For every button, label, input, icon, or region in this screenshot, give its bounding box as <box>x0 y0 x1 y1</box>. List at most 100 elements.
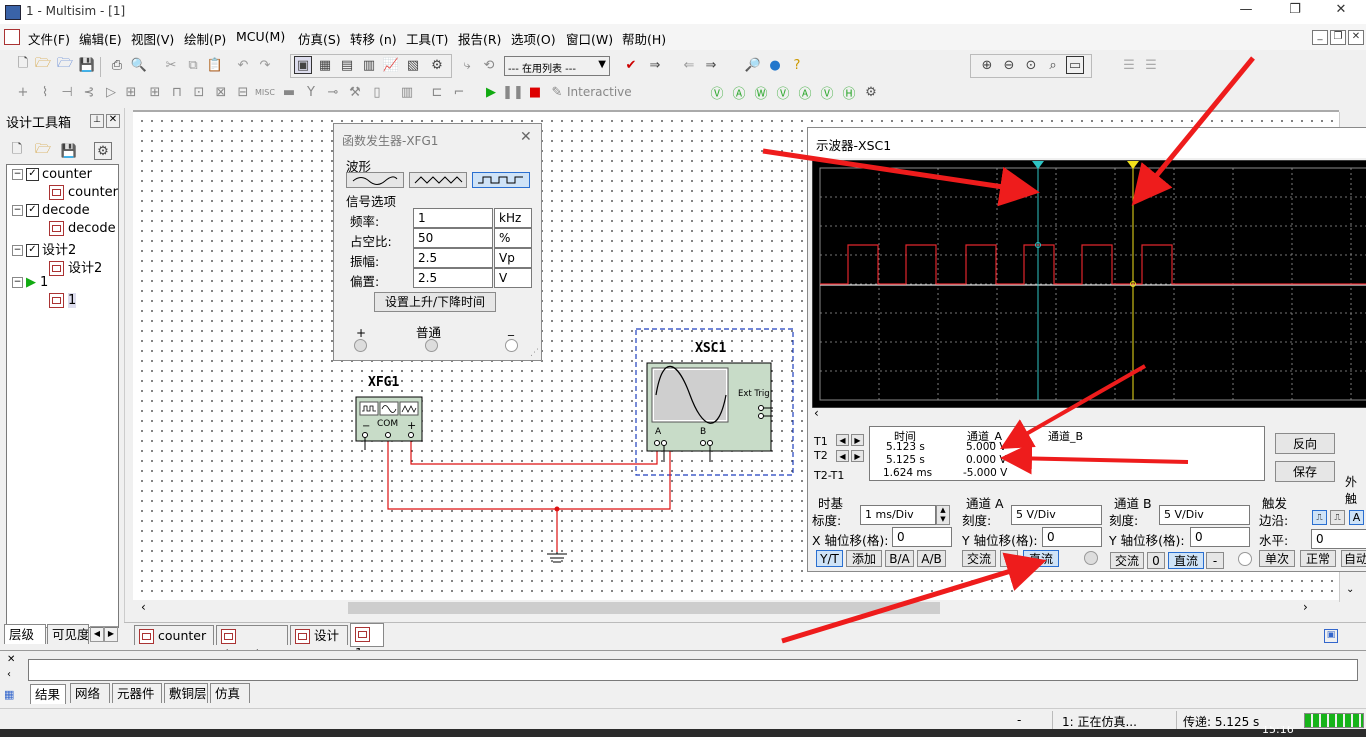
horizontal-scrollbar[interactable]: ‹ › <box>133 600 1339 616</box>
amplitude-unit[interactable]: Vp <box>494 248 532 268</box>
mode-ab-button[interactable]: A/B <box>917 550 946 567</box>
channel-a-ypos-input[interactable]: 0 <box>1042 527 1102 547</box>
mode-yt-button[interactable]: Y/T <box>816 550 843 567</box>
minimize-icon[interactable]: — <box>1236 2 1256 20</box>
save-icon[interactable]: 💾 <box>78 56 96 74</box>
component-wizard-icon[interactable]: ⚙ <box>428 56 446 74</box>
mdi-minimize-icon[interactable]: _ <box>1312 30 1328 45</box>
in-use-list-dropdown[interactable]: --- 在用列表 --- ▼ <box>504 56 610 76</box>
trigger-rising-edge-button[interactable]: ⎍ <box>1312 510 1327 525</box>
menu-tools[interactable]: 工具(T) <box>406 29 448 48</box>
xsc1-instrument[interactable] <box>646 362 773 462</box>
open-folder-icon[interactable]: 🗁 <box>34 56 52 74</box>
mdi-restore-icon[interactable]: ❐ <box>1330 30 1346 45</box>
scroll-left-icon[interactable]: ‹ <box>141 600 146 614</box>
peripheral-icon[interactable]: ▬ <box>280 83 298 101</box>
find-component-icon[interactable]: 🔎 <box>744 56 762 74</box>
output-tab-nets[interactable]: 网络 <box>70 683 110 703</box>
output-tab-components[interactable]: 元器件 <box>112 683 162 703</box>
menu-mcu[interactable]: MCU(M) <box>236 29 285 44</box>
menu-options[interactable]: 选项(O) <box>511 29 556 48</box>
tab-visibility[interactable]: 可见度 <box>47 624 89 644</box>
channel-a-scale-input[interactable]: 5 V/Div <box>1011 505 1102 525</box>
save-button[interactable]: 保存 <box>1275 461 1335 482</box>
cut-icon[interactable]: ✂ <box>162 56 180 74</box>
probe-settings-icon[interactable]: ⚙ <box>862 83 880 101</box>
t1-right-arrow-icon[interactable]: ▶ <box>851 434 864 446</box>
menu-edit[interactable]: 编辑(E) <box>79 29 122 48</box>
close-panel-icon[interactable]: ✕ <box>106 114 120 128</box>
close-icon[interactable]: ✕ <box>520 129 532 145</box>
tree-item-decode[interactable]: − ✓ decode <box>12 203 90 221</box>
checkbox-icon[interactable]: ✓ <box>26 204 39 217</box>
tree-item-counter[interactable]: − ✓ counter <box>12 167 92 185</box>
postprocessor-icon[interactable]: ▧ <box>404 56 422 74</box>
tree-item-decode-sheet[interactable]: decode <box>49 221 116 239</box>
channel-b-scale-input[interactable]: 5 V/Div <box>1159 505 1250 525</box>
tab-scroll-left-icon[interactable]: ◀ <box>90 626 104 642</box>
scope-scroll-left-icon[interactable]: ‹ <box>814 406 819 420</box>
channel-b-ypos-input[interactable]: 0 <box>1190 527 1250 547</box>
toggle-toolbox-icon[interactable]: ▣ <box>294 56 312 74</box>
close-icon[interactable]: ✕ <box>1331 2 1351 20</box>
tab-hierarchy[interactable]: 层级 <box>4 624 46 644</box>
reverse-button[interactable]: 反向 <box>1275 433 1335 454</box>
doc-tab-1[interactable]: 1 <box>350 623 384 660</box>
help-icon[interactable]: ? <box>788 56 806 74</box>
t1-left-arrow-icon[interactable]: ◀ <box>836 434 849 446</box>
transfer-icon[interactable]: ⇒ <box>702 56 720 74</box>
timebase-scale-input[interactable]: 1 ms/Div <box>860 505 936 525</box>
mdi-close-icon[interactable]: ✕ <box>1348 30 1364 45</box>
copy-icon[interactable]: ⧉ <box>184 56 202 74</box>
checkbox-icon[interactable]: ✓ <box>26 244 39 257</box>
tree-item-design2-sheet[interactable]: 设计2 <box>49 257 102 276</box>
mcu-icon[interactable]: ▯ <box>368 83 386 101</box>
paste-icon[interactable]: 📋 <box>206 56 224 74</box>
back-annotate-icon[interactable]: ⟲ <box>480 56 498 74</box>
power-icon[interactable]: ⊟ <box>234 83 252 101</box>
channel-b-minus-button[interactable]: - <box>1206 552 1224 569</box>
print-preview-icon[interactable]: 🔍 <box>130 56 148 74</box>
channel-a-zero-button[interactable]: 0 <box>1000 550 1018 567</box>
scroll-down-icon[interactable]: ⌄ <box>1346 584 1354 595</box>
database-icon[interactable]: ▥ <box>360 56 378 74</box>
erc-icon[interactable]: ✔ <box>622 56 640 74</box>
run-icon[interactable]: ▶ <box>482 83 500 101</box>
zoom-area-icon[interactable]: ⊙ <box>1022 56 1040 74</box>
channel-a-dc-button[interactable]: 直流 <box>1023 550 1059 567</box>
wire-icon[interactable]: ⌐ <box>450 83 468 101</box>
doc-tab-decode[interactable]: decode <box>216 625 288 662</box>
zoom-in-icon[interactable]: ⊕ <box>978 56 996 74</box>
tree-item-design2[interactable]: − ✓ 设计2 <box>12 239 76 258</box>
web-icon[interactable]: ● <box>766 56 784 74</box>
trigger-normal-button[interactable]: 正常 <box>1300 550 1336 567</box>
align-icon[interactable]: ☰ <box>1120 56 1138 74</box>
electromechanical-icon[interactable]: ⊸ <box>324 83 342 101</box>
trigger-source-a-button[interactable]: A <box>1349 510 1364 525</box>
full-screen-icon[interactable]: ▭ <box>1066 56 1084 74</box>
trigger-single-button[interactable]: 单次 <box>1259 550 1295 567</box>
probe-voltage-icon[interactable]: Ⓥ <box>708 83 726 102</box>
channel-a-radio[interactable] <box>1084 551 1098 565</box>
scroll-right-icon[interactable]: › <box>1303 600 1308 614</box>
output-text-area[interactable] <box>28 659 1358 681</box>
probe-power-icon[interactable]: Ⓦ <box>752 83 770 102</box>
trigger-level-input[interactable]: 0 <box>1311 529 1366 549</box>
duty-cycle-unit[interactable]: % <box>494 228 532 248</box>
spreadsheet-icon[interactable]: ▤ <box>338 56 356 74</box>
resize-grip-icon[interactable]: ⋰ <box>530 348 539 358</box>
collapse-icon[interactable]: − <box>12 245 23 256</box>
forward-annotate-icon[interactable]: ⇐ <box>680 56 698 74</box>
output-tab-simulation[interactable]: 仿真 <box>210 683 250 703</box>
redo-icon[interactable]: ↷ <box>256 56 274 74</box>
tree-item-1[interactable]: − ▶ 1 <box>12 275 48 293</box>
new-design-icon[interactable]: 🗋 <box>8 142 26 160</box>
probe-digital-icon[interactable]: Ⓥ <box>818 83 836 102</box>
tree-item-1-sheet[interactable]: 1 <box>49 293 77 311</box>
source-icon[interactable]: + <box>14 83 32 101</box>
stop-icon[interactable]: ■ <box>526 83 544 101</box>
zoom-fit-icon[interactable]: ⌕ <box>1044 56 1062 74</box>
menu-view[interactable]: 视图(V) <box>131 29 174 48</box>
cmos-icon[interactable]: ⊞ <box>146 83 164 101</box>
design-settings-icon[interactable]: ⚙ <box>94 142 112 160</box>
